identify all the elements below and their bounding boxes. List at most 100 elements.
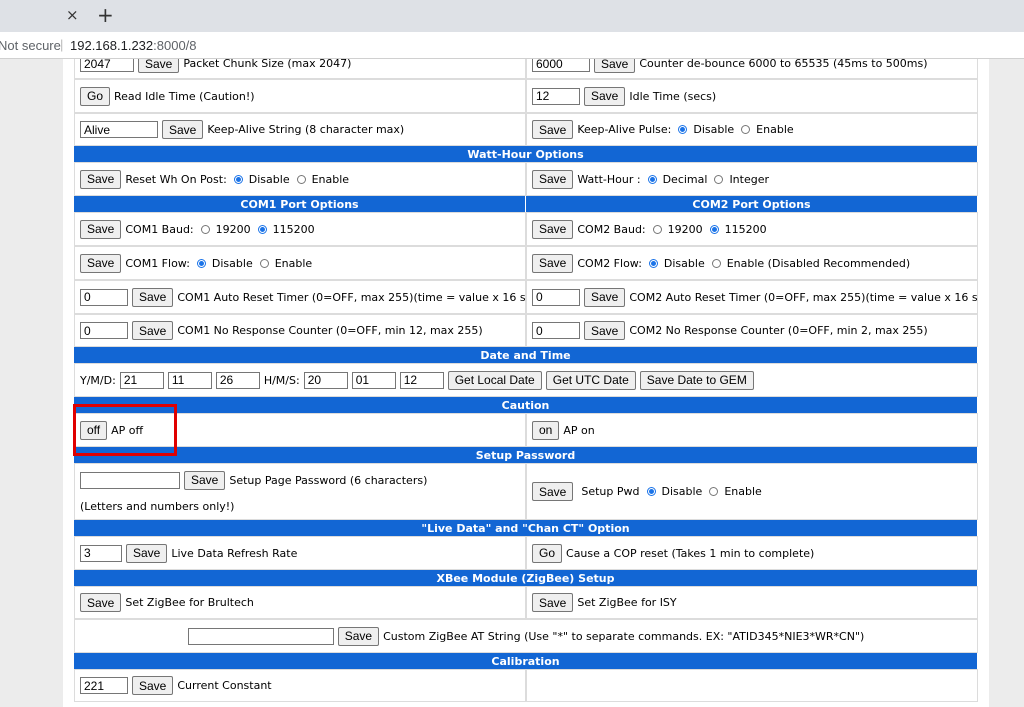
refresh-rate-input[interactable] bbox=[80, 544, 122, 562]
com1-auto-reset-save-button[interactable]: Save bbox=[132, 287, 174, 307]
zigbee-isy-save-button[interactable]: Save bbox=[532, 593, 574, 612]
debounce-cell: Save Counter de-bounce 6000 to 65535 (45… bbox=[526, 59, 978, 79]
reset-wh-enable-label: Enable bbox=[311, 172, 350, 186]
reset-wh-enable-radio[interactable] bbox=[296, 174, 306, 184]
keepalive-disable-radio[interactable] bbox=[678, 125, 688, 134]
idle-time-save-button[interactable]: Save bbox=[584, 86, 626, 106]
zigbee-brultech-label: Set ZigBee for Brultech bbox=[125, 596, 254, 609]
com2-auto-reset-input[interactable] bbox=[532, 288, 580, 306]
com1-no-response-input[interactable] bbox=[80, 322, 128, 339]
security-indicator[interactable]: Not secure bbox=[0, 38, 61, 53]
com2-baud-19200-radio[interactable] bbox=[652, 224, 662, 234]
current-constant-save-button[interactable]: Save bbox=[132, 676, 174, 695]
com2-baud-save-button[interactable]: Save bbox=[532, 219, 574, 239]
com1-flow-label: COM1 Flow: bbox=[125, 256, 190, 270]
url-separator: | bbox=[60, 37, 64, 52]
hour-input[interactable] bbox=[303, 371, 348, 389]
com1-baud-19200-radio[interactable] bbox=[200, 224, 210, 234]
packet-chunk-save-button[interactable]: Save bbox=[138, 59, 180, 73]
com2-no-response-input[interactable] bbox=[532, 322, 580, 339]
table-row: Save Reset Wh On Post: Disable Enable Sa… bbox=[74, 162, 978, 196]
com1-baud-19200-label: 19200 bbox=[215, 222, 251, 236]
keepalive-enable-radio[interactable] bbox=[741, 125, 751, 134]
packet-chunk-input[interactable] bbox=[80, 59, 134, 72]
reset-wh-disable-label: Disable bbox=[248, 172, 290, 186]
browser-tab-bar: × + bbox=[0, 0, 1024, 32]
read-idle-go-button[interactable]: Go bbox=[80, 86, 111, 106]
custom-zigbee-save-button[interactable]: Save bbox=[337, 626, 380, 646]
refresh-rate-label: Live Data Refresh Rate bbox=[171, 546, 298, 560]
com1-no-response-cell: Save COM1 No Response Counter (0=OFF, mi… bbox=[74, 314, 526, 347]
setup-password-note: (Letters and numbers only!) bbox=[80, 499, 235, 513]
com2-no-response-save-button[interactable]: Save bbox=[584, 321, 626, 340]
url-text[interactable]: 192.168.1.232:8000/8 bbox=[70, 38, 197, 53]
zigbee-brultech-save-button[interactable]: Save bbox=[80, 593, 122, 612]
setup-password-cell: Save Setup Page Password (6 characters) … bbox=[74, 463, 526, 520]
new-tab-icon[interactable]: + bbox=[97, 3, 114, 27]
custom-zigbee-input[interactable] bbox=[187, 627, 334, 645]
com2-flow-cell: Save COM2 Flow: Disable Enable (Disabled… bbox=[526, 246, 978, 280]
settings-table: Save Packet Chunk Size (max 2047) Save C… bbox=[74, 59, 978, 702]
table-row: Save Setup Page Password (6 characters) … bbox=[74, 463, 978, 520]
com2-baud-cell: Save COM2 Baud: 19200 115200 bbox=[526, 212, 978, 246]
watt-hour-integer-radio[interactable] bbox=[714, 174, 724, 184]
com2-auto-reset-save-button[interactable]: Save bbox=[584, 287, 626, 307]
watt-hour-format-cell: Save Watt-Hour : Decimal Integer bbox=[526, 162, 978, 196]
watt-hour-save-button[interactable]: Save bbox=[532, 169, 574, 189]
ymd-label: Y/M/D: bbox=[80, 373, 116, 387]
com2-baud-115200-radio[interactable] bbox=[709, 224, 719, 234]
reset-wh-save-button[interactable]: Save bbox=[80, 169, 122, 189]
com2-flow-disable-radio[interactable] bbox=[648, 258, 658, 268]
close-tab-icon[interactable]: × bbox=[66, 6, 79, 24]
setup-password-input[interactable] bbox=[80, 471, 180, 489]
com2-flow-enable-radio[interactable] bbox=[711, 258, 721, 268]
com2-no-response-label: COM2 No Response Counter (0=OFF, min 2, … bbox=[629, 324, 928, 337]
com1-flow-enable-radio[interactable] bbox=[259, 258, 269, 268]
keepalive-pulse-save-button[interactable]: Save bbox=[532, 120, 574, 139]
com1-flow-disable-radio[interactable] bbox=[196, 258, 206, 268]
day-input[interactable] bbox=[215, 371, 260, 389]
com2-no-response-cell: Save COM2 No Response Counter (0=OFF, mi… bbox=[526, 314, 978, 347]
keepalive-string-save-button[interactable]: Save bbox=[162, 120, 204, 139]
ap-on-button[interactable]: on bbox=[532, 420, 560, 440]
com2-baud-115200-label: 115200 bbox=[724, 222, 767, 236]
com2-flow-enable-label: Enable (Disabled Recommended) bbox=[726, 256, 911, 270]
debounce-input[interactable] bbox=[532, 59, 590, 72]
read-idle-label: Read Idle Time (Caution!) bbox=[114, 89, 255, 103]
com1-baud-115200-radio[interactable] bbox=[257, 224, 267, 234]
year-input[interactable] bbox=[119, 371, 164, 389]
address-bar[interactable]: Not secure | 192.168.1.232:8000/8 bbox=[0, 32, 1024, 58]
current-constant-input[interactable] bbox=[80, 677, 128, 694]
setup-pwd-enable-radio[interactable] bbox=[709, 487, 719, 496]
setup-pwd-enable-label: Enable bbox=[724, 485, 762, 498]
com1-flow-enable-label: Enable bbox=[274, 256, 313, 270]
get-utc-date-button[interactable]: Get UTC Date bbox=[545, 370, 636, 390]
com2-flow-disable-label: Disable bbox=[663, 256, 705, 270]
setup-pwd-disable-radio[interactable] bbox=[646, 487, 656, 496]
debounce-save-button[interactable]: Save bbox=[594, 59, 636, 73]
minute-input[interactable] bbox=[351, 371, 396, 389]
com1-auto-reset-input[interactable] bbox=[80, 288, 128, 306]
save-date-to-gem-button[interactable]: Save Date to GEM bbox=[639, 370, 754, 390]
keepalive-string-input[interactable] bbox=[80, 121, 158, 138]
com2-flow-save-button[interactable]: Save bbox=[532, 253, 574, 273]
second-input[interactable] bbox=[399, 371, 444, 389]
refresh-rate-save-button[interactable]: Save bbox=[126, 543, 168, 563]
reset-wh-disable-radio[interactable] bbox=[233, 174, 243, 184]
com1-baud-save-button[interactable]: Save bbox=[80, 219, 122, 239]
watt-hour-decimal-radio[interactable] bbox=[647, 174, 657, 184]
page-content: Save Packet Chunk Size (max 2047) Save C… bbox=[63, 59, 989, 707]
com1-no-response-save-button[interactable]: Save bbox=[132, 321, 174, 340]
get-local-date-button[interactable]: Get Local Date bbox=[447, 370, 542, 390]
idle-time-input[interactable] bbox=[532, 87, 580, 105]
table-row: Save Current Constant bbox=[74, 669, 978, 702]
read-idle-cell: Go Read Idle Time (Caution!) bbox=[74, 79, 526, 113]
setup-password-header: Setup Password bbox=[74, 447, 978, 463]
setup-pwd-save-button[interactable]: Save bbox=[532, 482, 574, 501]
cop-reset-go-button[interactable]: Go bbox=[532, 543, 563, 563]
table-row: Save Keep-Alive String (8 character max)… bbox=[74, 113, 978, 146]
com1-flow-save-button[interactable]: Save bbox=[80, 253, 122, 273]
keepalive-pulse-label: Keep-Alive Pulse: bbox=[577, 123, 672, 136]
month-input[interactable] bbox=[167, 371, 212, 389]
setup-password-save-button[interactable]: Save bbox=[184, 470, 226, 490]
